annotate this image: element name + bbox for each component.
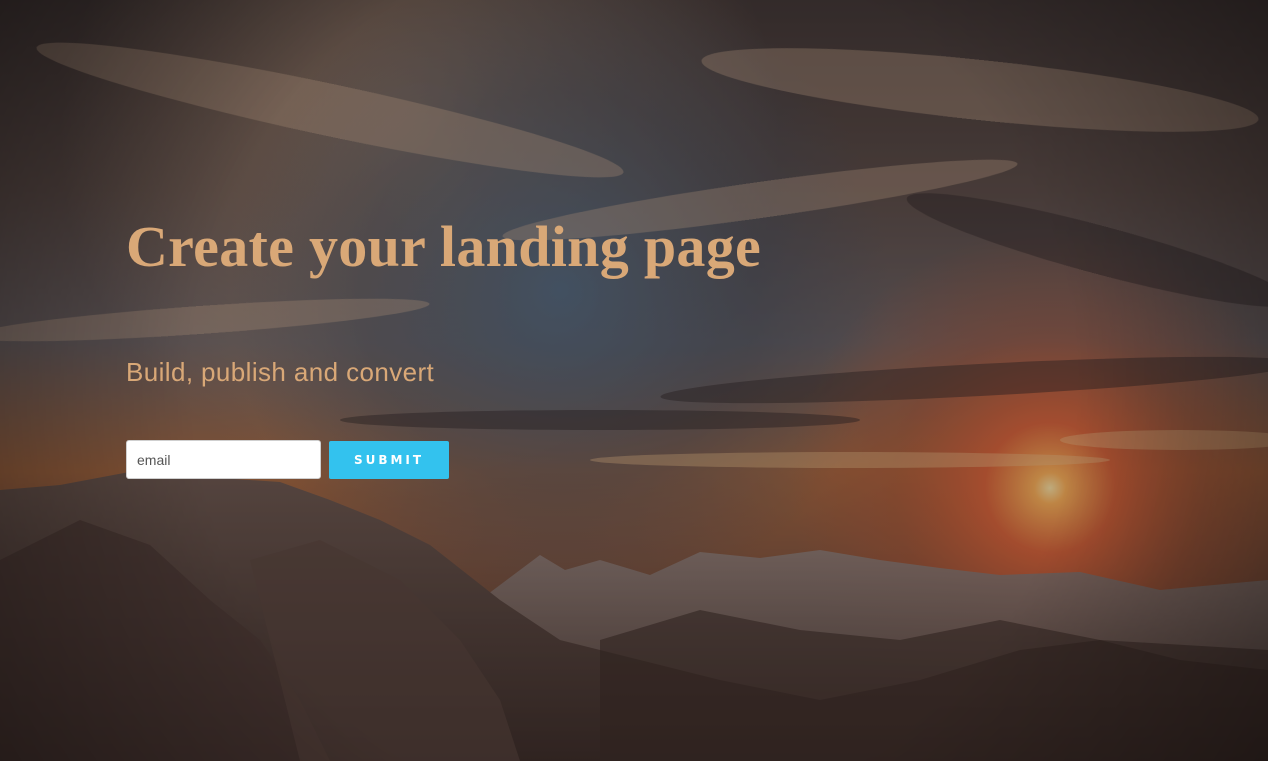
hero-subheadline: Build, publish and convert: [126, 357, 435, 387]
submit-button[interactable]: SUBMIT: [329, 440, 449, 479]
hero-headline: Create your landing page: [126, 214, 762, 279]
signup-form: SUBMIT: [126, 440, 449, 479]
email-input[interactable]: [126, 440, 321, 479]
